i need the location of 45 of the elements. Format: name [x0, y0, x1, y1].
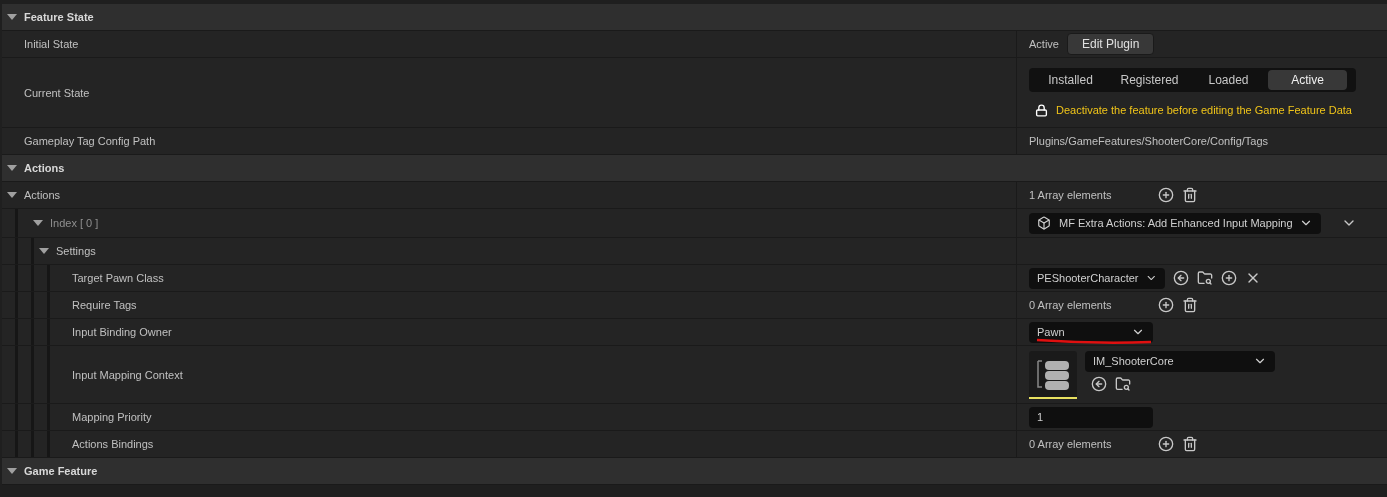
enum-dropdown[interactable]: Pawn — [1029, 321, 1153, 343]
delete-icon[interactable] — [1181, 436, 1198, 452]
array-count: 0 Array elements — [1029, 299, 1112, 311]
property-label: Input Binding Owner — [72, 326, 172, 338]
delete-icon[interactable] — [1181, 187, 1198, 203]
cube-icon — [1037, 216, 1051, 230]
state-text: Active — [1029, 38, 1059, 50]
property-label: Initial State — [24, 38, 79, 50]
property-label: Mapping Priority — [72, 411, 152, 423]
use-selected-icon[interactable] — [1173, 270, 1189, 286]
browse-icon[interactable] — [1197, 270, 1213, 286]
state-option[interactable]: Loaded — [1189, 70, 1268, 90]
property-label: Current State — [24, 86, 90, 99]
property-label: Require Tags — [72, 299, 137, 311]
warning-text: Deactivate the feature before editing the Game Feature Data — [1056, 104, 1353, 117]
section-header[interactable]: Actions — [2, 155, 1387, 182]
state-option[interactable]: Installed — [1031, 70, 1110, 90]
property-label: Target Pawn Class — [72, 272, 164, 284]
section-header[interactable]: Feature State — [2, 4, 1387, 31]
state-option[interactable]: Registered — [1110, 70, 1189, 90]
array-count: 0 Array elements — [1029, 438, 1112, 450]
property-label: Gameplay Tag Config Path — [24, 135, 156, 147]
property-label: Input Mapping Context — [72, 368, 183, 381]
gamepad-thumbnail-icon[interactable] — [1029, 350, 1077, 399]
class-dropdown[interactable]: PEShooterCharacter — [1029, 267, 1165, 289]
lock-icon — [1035, 104, 1048, 117]
add-icon[interactable] — [1157, 187, 1174, 203]
section-header[interactable]: Game Feature — [2, 458, 1387, 485]
add-icon[interactable] — [1157, 297, 1174, 313]
state-option[interactable]: Active — [1268, 70, 1347, 90]
number-field[interactable]: 1 — [1029, 406, 1153, 428]
add-icon[interactable] — [1157, 436, 1174, 452]
property-label: Settings — [56, 245, 96, 257]
array-count: 1 Array elements — [1029, 189, 1112, 201]
asset-dropdown[interactable]: IM_ShooterCore — [1085, 350, 1275, 372]
use-selected-icon[interactable] — [1091, 375, 1107, 392]
property-label: Actions — [24, 189, 61, 201]
browse-icon[interactable] — [1115, 375, 1131, 392]
delete-icon[interactable] — [1181, 297, 1198, 313]
class-dropdown[interactable]: MF Extra Actions: Add Enhanced Input Mapping — [1029, 212, 1321, 234]
edit-plugin-button[interactable]: Edit Plugin — [1066, 33, 1155, 55]
property-label: Actions Bindings — [72, 438, 154, 450]
property-label: Index [ 0 ] — [50, 217, 99, 229]
add-icon[interactable] — [1221, 270, 1237, 286]
path-text: Plugins/GameFeatures/ShooterCore/Config/Tags — [1029, 135, 1269, 147]
